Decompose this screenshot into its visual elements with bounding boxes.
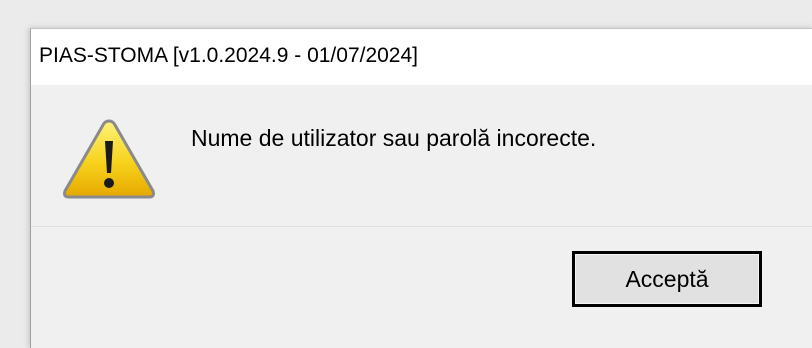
dialog-titlebar[interactable]: PIAS-STOMA [v1.0.2024.9 - 01/07/2024] [31, 29, 812, 85]
message-dialog: PIAS-STOMA [v1.0.2024.9 - 01/07/2024] Nu… [30, 28, 812, 348]
dialog-footer: Acceptă [31, 227, 812, 348]
error-message: Nume de utilizator sau parolă incorecte. [191, 125, 597, 151]
dialog-content: Nume de utilizator sau parolă incorecte. [31, 85, 812, 226]
window-title: PIAS-STOMA [v1.0.2024.9 - 01/07/2024] [39, 44, 419, 67]
accept-button[interactable]: Acceptă [572, 251, 762, 307]
warning-icon [61, 117, 157, 201]
